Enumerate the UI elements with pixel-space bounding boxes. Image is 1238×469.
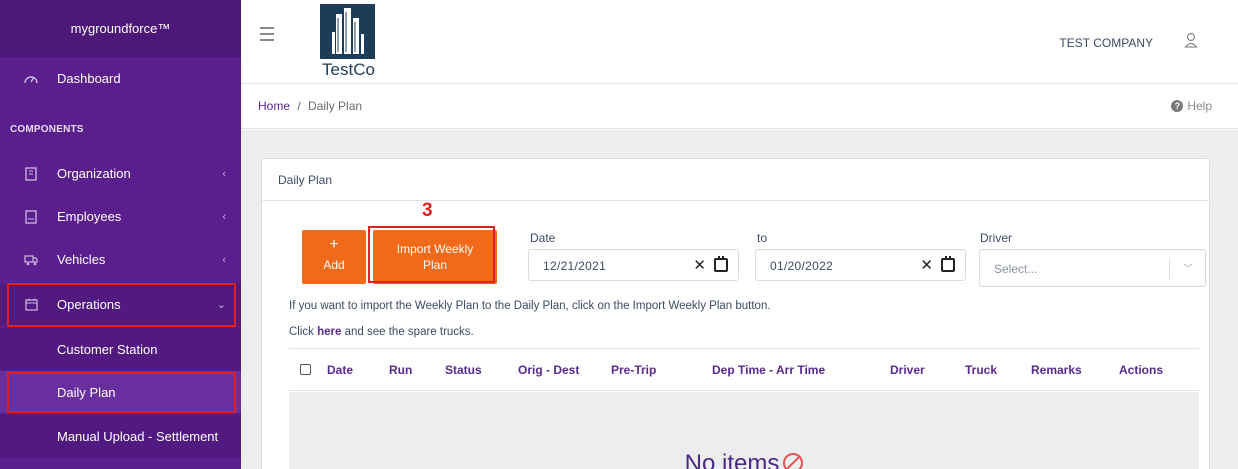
spare-trucks-text: Click here and see the spare trucks. — [289, 326, 474, 338]
date-to-input[interactable]: 01/20/2022 ✕ — [755, 249, 966, 281]
select-all-checkbox[interactable] — [300, 364, 311, 375]
breadcrumb-current: Daily Plan — [308, 99, 363, 113]
company-name[interactable]: TEST COMPANY — [1059, 36, 1153, 50]
table-header: Date Run Status Orig - Dest Pre-Trip Dep… — [289, 348, 1199, 391]
annotation-box-operations — [7, 283, 236, 327]
select-separator — [1169, 259, 1170, 279]
clear-icon[interactable]: ✕ — [693, 256, 706, 274]
column-header-dep-arr-time[interactable]: Dep Time - Arr Time — [712, 363, 825, 377]
date-label: Date — [530, 231, 556, 245]
chevron-left-icon: ‹ — [222, 210, 226, 223]
sidebar-item-label: Vehicles — [57, 252, 106, 267]
speedometer-icon — [24, 72, 38, 86]
table-body: No items — [289, 392, 1199, 469]
column-header-date[interactable]: Date — [327, 363, 353, 377]
import-info-text: If you want to import the Weekly Plan to… — [289, 300, 771, 312]
chevron-left-icon: ‹ — [222, 167, 226, 180]
daily-plan-card: Daily Plan + Add Import Weekly Plan Date… — [261, 158, 1210, 469]
empty-state: No items — [289, 450, 1199, 469]
column-header-orig-dest[interactable]: Orig - Dest — [518, 363, 579, 377]
breadcrumb-separator: / — [297, 99, 301, 113]
truck-icon — [24, 253, 38, 267]
id-card-icon — [24, 209, 38, 224]
logo-text: TestCo — [322, 60, 375, 79]
column-header-actions[interactable]: Actions — [1119, 363, 1163, 377]
spare-trucks-link[interactable]: here — [317, 326, 341, 338]
add-button[interactable]: + Add — [302, 230, 366, 284]
sidebar-item-dashboard[interactable]: Dashboard — [0, 57, 241, 100]
sidebar-item-employees[interactable]: Employees ‹ — [0, 195, 241, 238]
breadcrumb: Home / Daily Plan — [258, 99, 362, 113]
sidebar-subitem-customer-station[interactable]: Customer Station — [0, 328, 241, 370]
section-title: COMPONENTS — [10, 124, 84, 135]
to-label: to — [757, 231, 768, 245]
sidebar-item-label: Organization — [57, 166, 131, 181]
annotation-number: 3 — [422, 200, 433, 221]
info2-prefix: Click — [289, 326, 318, 338]
empty-state-text: No items — [684, 450, 780, 469]
brand-title: mygroundforce™ — [0, 0, 241, 57]
column-header-pre-trip[interactable]: Pre-Trip — [611, 363, 656, 377]
annotation-box-import — [368, 226, 495, 283]
column-header-status[interactable]: Status — [445, 363, 482, 377]
chevron-down-icon: ﹀ — [1183, 264, 1193, 275]
driver-select[interactable]: Select... ﹀ — [979, 249, 1206, 287]
sidebar-subitem-manual-upload[interactable]: Manual Upload - Settlement — [0, 415, 241, 457]
column-header-remarks[interactable]: Remarks — [1031, 363, 1082, 377]
chevron-left-icon: ‹ — [222, 253, 226, 266]
breadcrumb-bar: Home / Daily Plan ? Help — [241, 84, 1238, 129]
card-title: Daily Plan — [262, 159, 1209, 201]
sidebar-item-organization[interactable]: Organization ‹ — [0, 152, 241, 195]
calendar-icon[interactable] — [941, 256, 955, 272]
building-icon — [24, 166, 38, 181]
column-header-run[interactable]: Run — [389, 363, 412, 377]
calendar-icon[interactable] — [714, 256, 728, 272]
top-header: TestCo TEST COMPANY — [241, 0, 1238, 84]
sidebar-item-vehicles[interactable]: Vehicles ‹ — [0, 238, 241, 281]
question-icon: ? — [1171, 100, 1184, 112]
ban-icon — [783, 453, 804, 469]
column-header-driver[interactable]: Driver — [890, 363, 925, 377]
date-from-input[interactable]: 12/21/2021 ✕ — [528, 249, 739, 281]
clear-icon[interactable]: ✕ — [920, 256, 933, 274]
date-to-value: 01/20/2022 — [770, 259, 834, 273]
date-from-value: 12/21/2021 — [543, 259, 607, 273]
sidebar-subitem-label: Manual Upload - Settlement — [57, 428, 219, 444]
sidebar-item-label: Employees — [57, 209, 122, 224]
sidebar-item-label: Dashboard — [57, 71, 121, 86]
info2-suffix: and see the spare trucks. — [341, 326, 474, 338]
driver-label: Driver — [980, 231, 1012, 245]
help-label: Help — [1187, 99, 1212, 113]
hamburger-menu-icon[interactable] — [260, 27, 274, 45]
column-header-truck[interactable]: Truck — [965, 363, 997, 377]
sidebar-subitem-label: Customer Station — [57, 341, 158, 357]
add-button-label: Add — [323, 258, 345, 272]
building-logo-icon — [320, 4, 375, 59]
company-logo: TestCo — [316, 4, 381, 79]
driver-placeholder: Select... — [994, 262, 1038, 276]
breadcrumb-home[interactable]: Home — [258, 99, 290, 113]
help-link[interactable]: ? Help — [1171, 99, 1212, 113]
annotation-box-daily-plan — [7, 372, 236, 413]
plus-icon: + — [329, 236, 339, 253]
user-icon[interactable] — [1184, 32, 1198, 48]
main-content: Daily Plan + Add Import Weekly Plan Date… — [241, 130, 1238, 469]
